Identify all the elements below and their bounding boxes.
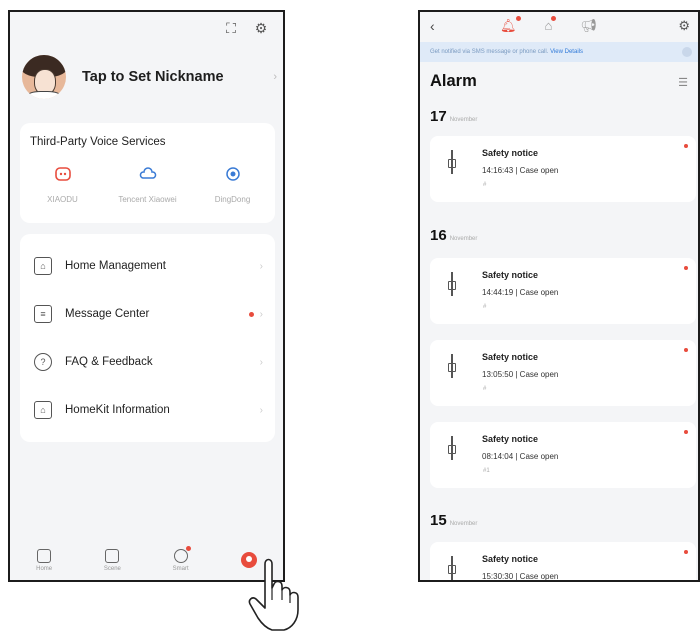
voice-item-label: DingDong — [214, 195, 251, 204]
view-details-link[interactable]: View Details — [550, 49, 583, 55]
top-bar: ‹ 🔔︎ ⌂ 📢︎ ⚙ — [420, 12, 698, 42]
menu-item-message-center[interactable]: ≡ Message Center › — [20, 290, 275, 338]
smart-tab-icon — [173, 545, 191, 563]
back-icon[interactable]: ‹ — [430, 18, 435, 34]
alarm-title: Safety notice — [482, 554, 539, 564]
voice-item-label: Tencent Xiaowei — [118, 195, 177, 204]
alarm-bell-icon[interactable]: 🔔︎ — [500, 16, 521, 34]
date-header: 16 November — [430, 227, 478, 244]
alarm-tag: # — [483, 386, 487, 392]
alarm-screen: ‹ 🔔︎ ⌂ 📢︎ ⚙ Get notified via SMS message… — [418, 10, 700, 582]
unread-dot — [684, 550, 688, 554]
menu-item-label: Home Management — [65, 260, 166, 272]
tab-label: Scene — [103, 565, 121, 572]
voice-item-xiaodu[interactable]: XIAODU — [23, 165, 103, 204]
close-icon[interactable] — [682, 47, 692, 57]
notification-icon[interactable]: 📢︎ — [580, 18, 597, 34]
menu-item-label: Message Center — [65, 308, 150, 320]
unread-dot — [684, 430, 688, 434]
avatar[interactable] — [22, 55, 66, 99]
chevron-right-icon: › — [259, 356, 263, 368]
chevron-right-icon: › — [259, 260, 263, 272]
filter-icon[interactable]: ☰ — [678, 76, 688, 89]
profile-screen: ⛶ ⚙ Tap to Set Nickname › Third-Party Vo… — [8, 10, 285, 582]
alarm-tag: # — [483, 182, 487, 188]
settings-icon[interactable]: ⚙ — [253, 20, 269, 36]
alarm-item[interactable]: Safety notice 15:30:30 | Case open — [430, 542, 696, 581]
alarm-tag: #1 — [483, 468, 490, 474]
alarm-time: 14:16:43 | Case open — [482, 166, 559, 175]
alarm-time: 13:05:50 | Case open — [482, 370, 559, 379]
notice-text: Get notified via SMS message or phone ca… — [430, 49, 549, 55]
pointing-hand-icon — [248, 558, 299, 631]
menu-card: ⌂ Home Management › ≡ Message Center › ?… — [20, 234, 275, 442]
dingdong-icon — [224, 165, 242, 183]
voice-item-tencent-xiaowei[interactable]: Tencent Xiaowei — [108, 165, 188, 204]
voice-item-dingdong[interactable]: DingDong — [193, 165, 273, 204]
chevron-right-icon: › — [259, 404, 263, 416]
tab-smart[interactable]: Smart — [156, 545, 206, 572]
alarm-title: Safety notice — [482, 352, 539, 362]
menu-item-homekit-information[interactable]: ⌂ HomeKit Information › — [20, 386, 275, 434]
voice-item-label: XIAODU — [47, 195, 78, 204]
alarm-time: 08:14:04 | Case open — [482, 452, 559, 461]
home-message-icon[interactable]: ⌂ — [545, 16, 557, 34]
home-icon: ⌂ — [34, 257, 52, 275]
unread-dot — [684, 348, 688, 352]
tab-home[interactable]: Home — [19, 548, 69, 572]
message-icon: ≡ — [34, 305, 52, 323]
unread-dot — [684, 266, 688, 270]
alarm-title: Safety notice — [482, 148, 539, 158]
alarm-time: 14:44:19 | Case open — [482, 288, 559, 297]
scan-icon[interactable]: ⛶ — [223, 20, 239, 36]
door-sensor-icon — [447, 150, 457, 174]
xiaodu-icon — [54, 165, 72, 183]
unread-dot — [248, 311, 254, 317]
door-sensor-icon — [447, 436, 457, 460]
door-sensor-icon — [447, 556, 457, 580]
tab-label: Home — [36, 565, 53, 572]
nickname-label[interactable]: Tap to Set Nickname — [82, 69, 273, 85]
menu-item-label: HomeKit Information — [65, 404, 170, 416]
chevron-right-icon: › — [273, 71, 277, 83]
alarm-time: 15:30:30 | Case open — [482, 572, 559, 581]
tab-scene[interactable]: Scene — [87, 548, 137, 572]
tab-label: Smart — [172, 565, 189, 572]
voice-services-card: Third-Party Voice Services XIAODU Tencen… — [20, 123, 275, 223]
profile-row[interactable]: Tap to Set Nickname › — [22, 47, 277, 107]
chevron-right-icon: › — [259, 308, 263, 320]
notice-banner[interactable]: Get notified via SMS message or phone ca… — [420, 42, 698, 62]
menu-item-home-management[interactable]: ⌂ Home Management › — [20, 242, 275, 290]
date-header: 17 November — [430, 108, 478, 125]
alarm-item[interactable]: Safety notice 08:14:04 | Case open #1 — [430, 422, 696, 488]
voice-services-title: Third-Party Voice Services — [30, 136, 166, 148]
scene-tab-icon — [105, 548, 120, 563]
alarm-item[interactable]: Safety notice 13:05:50 | Case open # — [430, 340, 696, 406]
home-tab-icon — [37, 548, 52, 563]
door-sensor-icon — [447, 354, 457, 378]
alarm-item[interactable]: Safety notice 14:16:43 | Case open # — [430, 136, 696, 202]
tencent-xiaowei-icon — [139, 165, 157, 183]
page-title: Alarm — [430, 72, 477, 90]
alarm-title: Safety notice — [482, 434, 539, 444]
alarm-tag: # — [483, 304, 487, 310]
question-icon: ? — [34, 353, 52, 371]
settings-icon[interactable]: ⚙ — [678, 18, 690, 34]
date-header: 15 November — [430, 512, 478, 529]
door-sensor-icon — [447, 272, 457, 296]
menu-item-label: FAQ & Feedback — [65, 356, 153, 368]
menu-item-faq-feedback[interactable]: ? FAQ & Feedback › — [20, 338, 275, 386]
alarm-item[interactable]: Safety notice 14:44:19 | Case open # — [430, 258, 696, 324]
alarm-title: Safety notice — [482, 270, 539, 280]
unread-dot — [684, 144, 688, 148]
top-icons: ⛶ ⚙ — [223, 20, 269, 36]
homekit-icon: ⌂ — [34, 401, 52, 419]
